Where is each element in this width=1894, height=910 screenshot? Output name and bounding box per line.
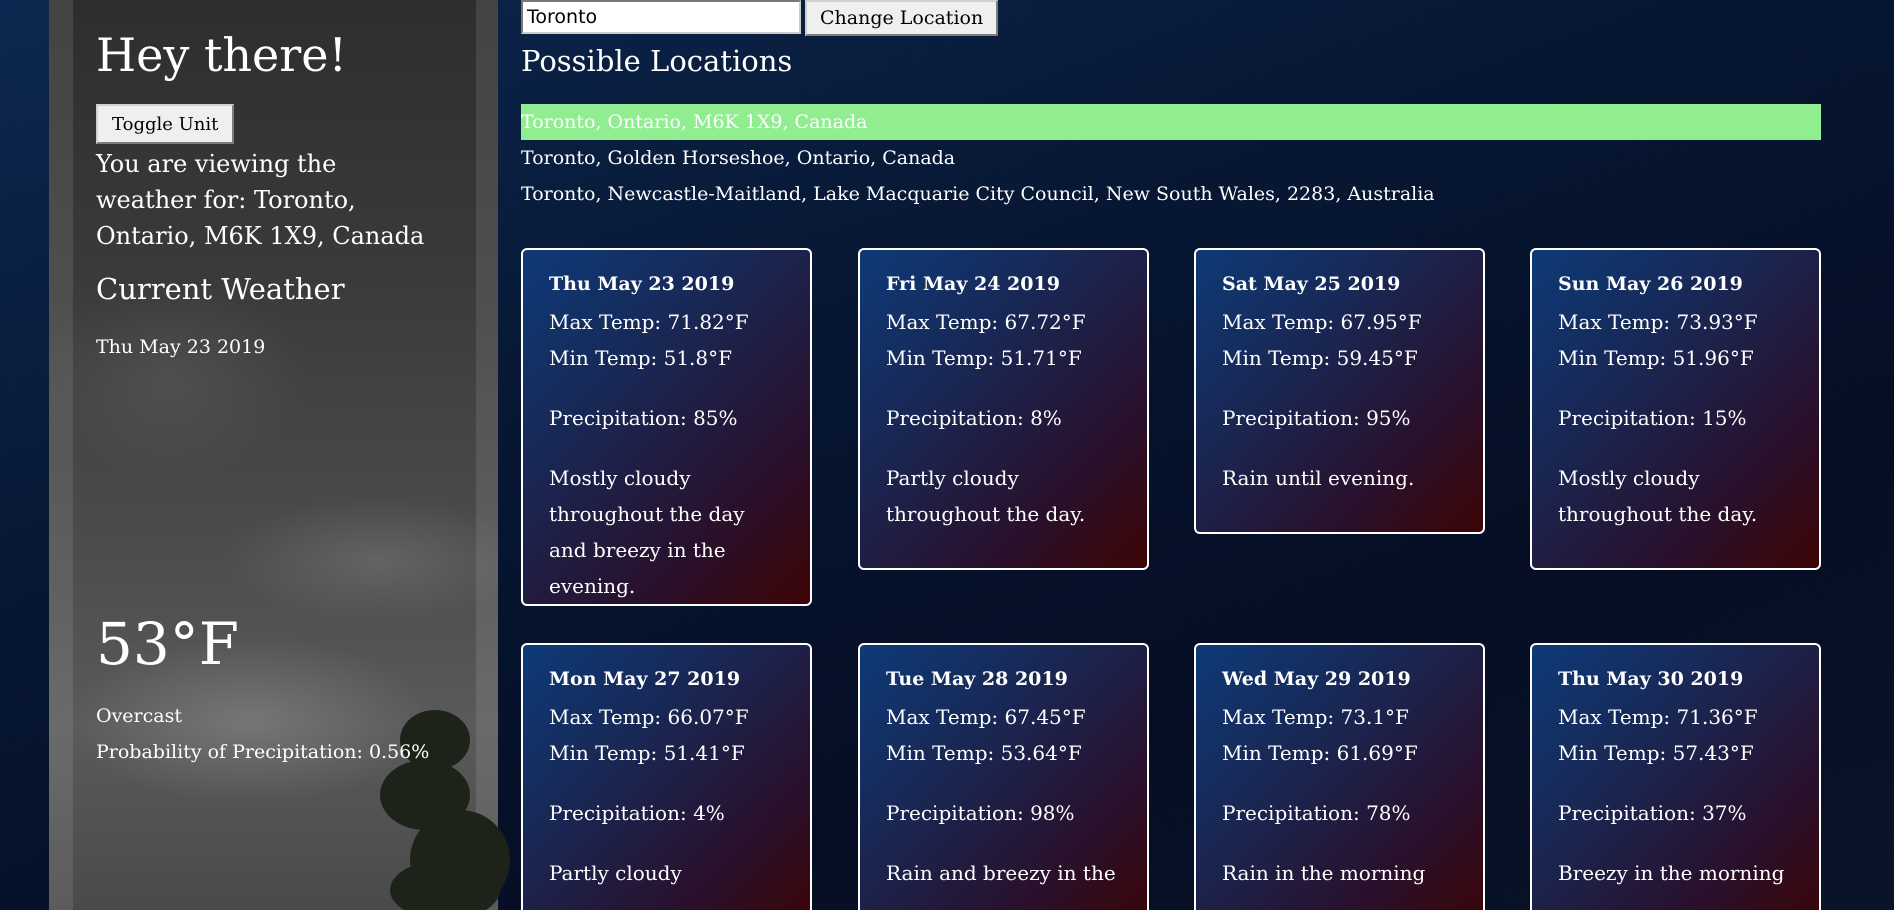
location-option[interactable]: Toronto, Newcastle-Maitland, Lake Macqua… (521, 176, 1821, 212)
location-option[interactable]: Toronto, Ontario, M6K 1X9, Canada (521, 104, 1821, 140)
current-weather-heading: Current Weather (96, 272, 345, 306)
forecast-precipitation: Precipitation: 15% (1558, 406, 1747, 430)
forecast-card: Wed May 29 2019 Max Temp: 73.1°F Min Tem… (1194, 643, 1485, 910)
toggle-unit-button[interactable]: Toggle Unit (96, 104, 235, 144)
forecast-date: Thu May 23 2019 (549, 273, 735, 295)
forecast-precipitation: Precipitation: 8% (886, 406, 1062, 430)
forecast-precipitation: Precipitation: 95% (1222, 406, 1411, 430)
forecast-summary: Mostly cloudy throughout the day. (1558, 466, 1758, 526)
forecast-precipitation: Precipitation: 4% (549, 801, 725, 825)
forecast-card: Thu May 23 2019 Max Temp: 71.82°F Min Te… (521, 248, 812, 606)
forecast-max-temp: Max Temp: 66.07°F (549, 705, 749, 729)
forecast-card: Thu May 30 2019 Max Temp: 71.36°F Min Te… (1530, 643, 1821, 910)
forecast-max-temp: Max Temp: 73.93°F (1558, 310, 1758, 334)
forecast-date: Thu May 30 2019 (1558, 668, 1744, 690)
location-search-input[interactable] (521, 0, 801, 34)
forecast-date: Wed May 29 2019 (1222, 668, 1411, 690)
forecast-card: Sat May 25 2019 Max Temp: 67.95°F Min Te… (1194, 248, 1485, 534)
forecast-min-temp: Min Temp: 51.96°F (1558, 346, 1754, 370)
greeting-heading: Hey there! (96, 28, 347, 82)
viewing-location-text: You are viewing the weather for: Toronto… (96, 150, 425, 250)
precipitation-probability: Probability of Precipitation: 0.56% (96, 741, 430, 763)
forecast-min-temp: Min Temp: 51.41°F (549, 741, 745, 765)
forecast-min-temp: Min Temp: 53.64°F (886, 741, 1082, 765)
possible-locations-list: Toronto, Ontario, M6K 1X9, Canada Toront… (521, 104, 1821, 212)
forecast-max-temp: Max Temp: 71.82°F (549, 310, 749, 334)
forecast-min-temp: Min Temp: 57.43°F (1558, 741, 1754, 765)
forecast-precipitation: Precipitation: 98% (886, 801, 1075, 825)
forecast-date: Sun May 26 2019 (1558, 273, 1743, 295)
forecast-min-temp: Min Temp: 51.71°F (886, 346, 1082, 370)
forecast-card: Mon May 27 2019 Max Temp: 66.07°F Min Te… (521, 643, 812, 910)
current-date: Thu May 23 2019 (96, 336, 266, 358)
forecast-precipitation: Precipitation: 85% (549, 406, 738, 430)
forecast-max-temp: Max Temp: 67.45°F (886, 705, 1086, 729)
change-location-button[interactable]: Change Location (805, 0, 999, 36)
forecast-date: Sat May 25 2019 (1222, 273, 1401, 295)
forecast-summary: Rain in the morning (1222, 861, 1426, 885)
current-temperature: 53°F (96, 610, 240, 678)
forecast-max-temp: Max Temp: 67.72°F (886, 310, 1086, 334)
forecast-max-temp: Max Temp: 73.1°F (1222, 705, 1409, 729)
forecast-date: Tue May 28 2019 (886, 668, 1068, 690)
forecast-summary: Mostly cloudy throughout the day and bre… (549, 466, 745, 598)
forecast-card: Tue May 28 2019 Max Temp: 67.45°F Min Te… (858, 643, 1149, 910)
forecast-date: Mon May 27 2019 (549, 668, 741, 690)
sidebar-edge-left (49, 0, 73, 910)
forecast-max-temp: Max Temp: 67.95°F (1222, 310, 1422, 334)
forecast-min-temp: Min Temp: 51.8°F (549, 346, 733, 370)
forecast-summary: Rain and breezy in the (886, 861, 1116, 885)
current-condition: Overcast (96, 705, 182, 727)
forecast-min-temp: Min Temp: 61.69°F (1222, 741, 1418, 765)
forecast-card: Fri May 24 2019 Max Temp: 67.72°F Min Te… (858, 248, 1149, 570)
forecast-card: Sun May 26 2019 Max Temp: 73.93°F Min Te… (1530, 248, 1821, 570)
main-content: Change Location Possible Locations Toron… (521, 0, 1821, 910)
forecast-summary: Partly cloudy (549, 861, 682, 885)
forecast-summary: Breezy in the morning (1558, 861, 1785, 885)
forecast-precipitation: Precipitation: 37% (1558, 801, 1747, 825)
tree-silhouette (380, 690, 510, 910)
possible-locations-heading: Possible Locations (521, 44, 793, 78)
forecast-precipitation: Precipitation: 78% (1222, 801, 1411, 825)
forecast-date: Fri May 24 2019 (886, 273, 1060, 295)
location-option[interactable]: Toronto, Golden Horseshoe, Ontario, Cana… (521, 140, 1821, 176)
forecast-min-temp: Min Temp: 59.45°F (1222, 346, 1418, 370)
forecast-max-temp: Max Temp: 71.36°F (1558, 705, 1758, 729)
forecast-summary: Rain until evening. (1222, 466, 1415, 490)
forecast-summary: Partly cloudy throughout the day. (886, 466, 1086, 526)
